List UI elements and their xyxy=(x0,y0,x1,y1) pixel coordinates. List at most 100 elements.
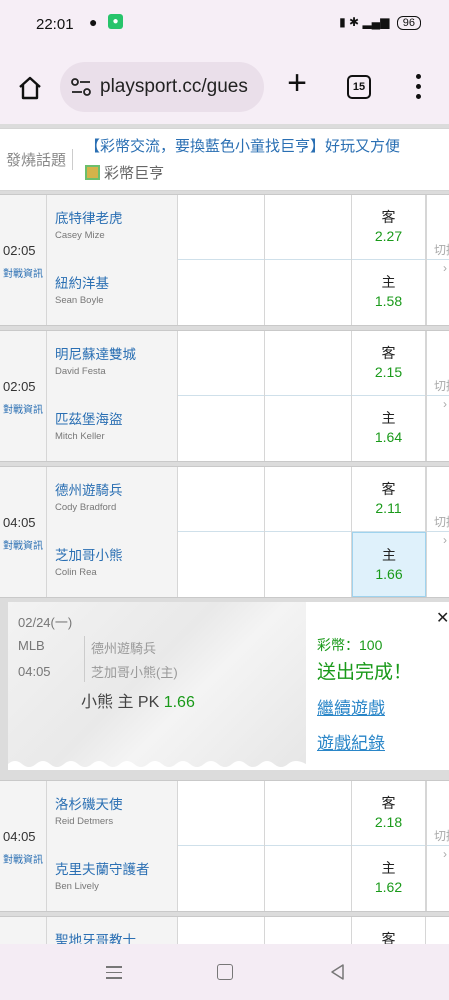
odds-value: 1.62 xyxy=(374,879,403,895)
moneyline-odds-cell[interactable]: 客 2.27 xyxy=(352,195,426,260)
team-name[interactable]: 明尼蘇達雙城 xyxy=(55,343,136,363)
bet-cell[interactable] xyxy=(265,917,352,944)
bet-cell[interactable] xyxy=(178,331,265,396)
popup-coins: 彩幣：100 xyxy=(317,637,383,653)
bet-cell[interactable] xyxy=(265,331,352,396)
side-label: 客 xyxy=(381,795,396,811)
chevron-right-icon: › xyxy=(443,261,447,275)
switch-label: 切換 xyxy=(434,379,449,393)
tune-icon[interactable] xyxy=(70,77,92,97)
chevron-right-icon: › xyxy=(443,847,447,861)
bet-cell[interactable] xyxy=(178,260,265,325)
plus-icon[interactable]: + xyxy=(282,66,312,100)
switch-column[interactable]: 切換 › xyxy=(426,331,449,461)
bet-cell[interactable] xyxy=(265,846,352,911)
team-name[interactable]: 克里夫蘭守護者 xyxy=(55,858,150,878)
game-history-link[interactable]: 遊戲紀錄 xyxy=(317,729,385,754)
bet-cell[interactable] xyxy=(178,396,265,461)
popup-divider xyxy=(84,636,85,682)
switch-column[interactable]: 切換 › xyxy=(426,781,449,911)
nav-back-icon[interactable] xyxy=(328,962,346,982)
nav-home-icon[interactable] xyxy=(217,964,233,980)
chevron-right-icon: › xyxy=(443,533,447,547)
address-bar[interactable]: playsport.cc/gues xyxy=(60,62,264,112)
side-label: 客 xyxy=(381,931,396,944)
moneyline-odds-cell[interactable]: 客 2.11 xyxy=(352,467,426,532)
bet-cell[interactable] xyxy=(178,532,265,597)
pitcher-name: Casey Mize xyxy=(55,230,105,241)
bet-cell[interactable] xyxy=(265,781,352,846)
hot-topic-bar: 發燒話題 【彩幣交流，要換藍色小童找巨亨】好玩又方便 彩幣巨亨 xyxy=(0,128,449,191)
away-team-row: 明尼蘇達雙城 David Festa 客 2.15 xyxy=(47,331,449,396)
hot-topic-author-name: 彩幣巨亨 xyxy=(104,165,165,182)
tabs-icon[interactable]: 15 xyxy=(347,75,371,99)
side-label: 主 xyxy=(381,274,396,290)
game-row: 聖地牙哥教士 客 xyxy=(0,916,449,944)
bet-cell[interactable] xyxy=(178,846,265,911)
selected-odds-cell[interactable]: 主 1.66 xyxy=(352,532,426,597)
popup-team-home: 芝加哥小熊(主) xyxy=(91,665,178,680)
game-row: 04:05 對戰資訊 德州遊騎兵 Cody Bradford 客 2.11 芝加… xyxy=(0,466,449,598)
bet-cell[interactable] xyxy=(178,195,265,260)
odds-value: 2.11 xyxy=(375,500,402,516)
odds-value: 1.64 xyxy=(374,429,403,445)
odds-value: 1.66 xyxy=(375,566,403,582)
moneyline-odds-cell[interactable]: 客 xyxy=(352,917,426,944)
team-name[interactable]: 紐約洋基 xyxy=(55,272,109,292)
hot-topic-link[interactable]: 【彩幣交流，要換藍色小童找巨亨】好玩又方便 xyxy=(85,135,400,156)
team-name[interactable]: 聖地牙哥教士 xyxy=(55,929,136,944)
moneyline-odds-cell[interactable]: 主 1.58 xyxy=(352,260,426,325)
url-text[interactable]: playsport.cc/gues xyxy=(100,76,258,98)
continue-game-link[interactable]: 繼續遊戲 xyxy=(317,694,385,719)
game-row: 02:05 對戰資訊 底特律老虎 Casey Mize 客 2.27 紐約洋基 … xyxy=(0,194,449,326)
switch-column[interactable]: 切換 › xyxy=(426,467,449,597)
match-info-link[interactable]: 對戰資訊 xyxy=(3,265,43,280)
bet-cell[interactable] xyxy=(178,467,265,532)
bet-confirmation-popup: 02/24(一) MLB 04:05 德州遊騎兵 芝加哥小熊(主) 小熊 主 P… xyxy=(8,602,449,770)
home-team-row: 紐約洋基 Sean Boyle 主 1.58 xyxy=(47,260,449,325)
team-cell: 聖地牙哥教士 xyxy=(47,917,178,944)
moneyline-odds-cell[interactable]: 客 2.18 xyxy=(352,781,426,846)
popup-league: MLB xyxy=(18,638,45,653)
match-info-link[interactable]: 對戰資訊 xyxy=(3,401,43,416)
moneyline-odds-cell[interactable]: 主 1.62 xyxy=(352,846,426,911)
menu-icon[interactable] xyxy=(412,74,424,102)
bet-cell[interactable] xyxy=(265,195,352,260)
hot-topic-author[interactable]: 彩幣巨亨 xyxy=(85,162,164,183)
nav-menu-icon[interactable] xyxy=(106,966,122,980)
moneyline-odds-cell[interactable]: 客 2.15 xyxy=(352,331,426,396)
odds-value: 1.58 xyxy=(374,293,403,309)
moneyline-odds-cell[interactable]: 主 1.64 xyxy=(352,396,426,461)
close-icon[interactable]: ✕ xyxy=(436,608,449,628)
switch-label: 切換 xyxy=(434,243,449,257)
game-time: 04:05 xyxy=(3,829,36,844)
bet-cell[interactable] xyxy=(178,917,265,944)
pitcher-name: Mitch Keller xyxy=(55,431,105,442)
team-name[interactable]: 芝加哥小熊 xyxy=(55,544,123,564)
popup-team-away: 德州遊騎兵 xyxy=(91,641,157,656)
game-time-cell: 04:05 對戰資訊 xyxy=(0,467,47,597)
team-name[interactable]: 德州遊騎兵 xyxy=(55,479,123,499)
bet-cell[interactable] xyxy=(178,781,265,846)
home-icon[interactable] xyxy=(16,74,44,102)
switch-label: 切換 xyxy=(434,515,449,529)
chat-notification-icon: ● xyxy=(89,14,98,30)
bet-cell[interactable] xyxy=(265,532,352,597)
team-name[interactable]: 洛杉磯天使 xyxy=(55,793,123,813)
game-row: 02:05 對戰資訊 明尼蘇達雙城 David Festa 客 2.15 匹茲堡… xyxy=(0,330,449,462)
page-content: 發燒話題 【彩幣交流，要換藍色小童找巨亨】好玩又方便 彩幣巨亨 02:05 對戰… xyxy=(0,124,449,944)
game-row: 04:05 對戰資訊 洛杉磯天使 Reid Detmers 客 2.18 克里夫… xyxy=(0,780,449,912)
switch-column[interactable]: 切換 › xyxy=(426,195,449,325)
game-time: 02:05 xyxy=(3,379,36,394)
match-info-link[interactable]: 對戰資訊 xyxy=(3,537,43,552)
team-name[interactable]: 匹茲堡海盜 xyxy=(55,408,123,428)
game-time-cell xyxy=(0,917,47,944)
bet-cell[interactable] xyxy=(265,396,352,461)
pitcher-name: Ben Lively xyxy=(55,881,99,892)
bet-cell[interactable] xyxy=(265,260,352,325)
match-info-link[interactable]: 對戰資訊 xyxy=(3,851,43,866)
status-time: 22:01 xyxy=(36,16,74,33)
home-team-row: 匹茲堡海盜 Mitch Keller 主 1.64 xyxy=(47,396,449,461)
team-name[interactable]: 底特律老虎 xyxy=(55,207,123,227)
bet-cell[interactable] xyxy=(265,467,352,532)
